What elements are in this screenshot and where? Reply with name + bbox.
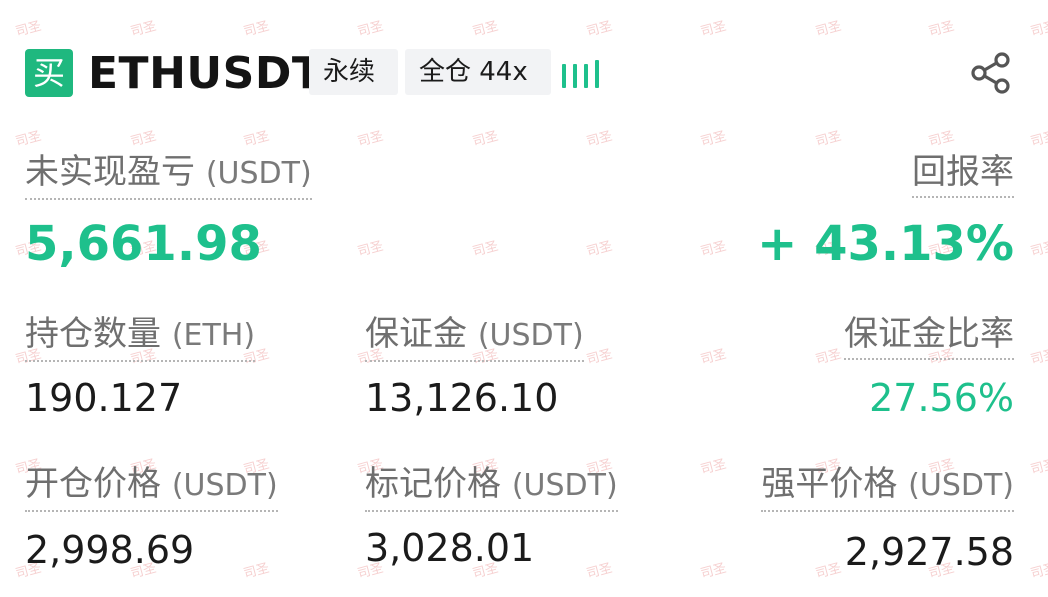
watermark: 司圣 xyxy=(471,18,501,41)
contract-type-tag: 永续 xyxy=(309,49,398,95)
watermark: 司圣 xyxy=(814,560,844,583)
margin-ratio-value: 27.56% xyxy=(869,376,1014,420)
mark-price-label-text: 标记价格 xyxy=(365,464,501,504)
watermark: 司圣 xyxy=(242,128,272,151)
share-icon[interactable] xyxy=(968,50,1014,96)
watermark: 司圣 xyxy=(814,18,844,41)
leverage-risk-bars xyxy=(562,58,599,88)
watermark: 司圣 xyxy=(242,18,272,41)
watermark: 司圣 xyxy=(699,238,729,261)
unrealized-pnl-label-text: 未实现盈亏 xyxy=(25,152,195,192)
watermark: 司圣 xyxy=(1029,238,1048,261)
position-size-unit: (ETH) xyxy=(171,318,256,353)
entry-price-value: 2,998.69 xyxy=(25,528,195,572)
roe-label[interactable]: 回报率 xyxy=(912,150,1014,198)
buy-side-badge: 买 xyxy=(25,49,73,97)
watermark: 司圣 xyxy=(356,128,386,151)
unrealized-pnl-label[interactable]: 未实现盈亏 (USDT) xyxy=(25,150,312,200)
mark-price-unit: (USDT) xyxy=(511,468,618,503)
position-size-label[interactable]: 持仓数量 (ETH) xyxy=(25,312,256,362)
unrealized-pnl-unit: (USDT) xyxy=(205,156,312,191)
liquidation-price-label-text: 强平价格 xyxy=(761,464,898,504)
margin-ratio-label[interactable]: 保证金比率 xyxy=(844,312,1014,360)
watermark: 司圣 xyxy=(585,128,615,151)
roe-label-text: 回报率 xyxy=(912,152,1014,192)
liquidation-price-label[interactable]: 强平价格 (USDT) xyxy=(761,462,1014,512)
mark-price-value: 3,028.01 xyxy=(365,526,535,570)
watermark: 司圣 xyxy=(585,560,615,583)
entry-price-label[interactable]: 开仓价格 (USDT) xyxy=(25,462,278,512)
risk-bar xyxy=(595,60,599,88)
watermark: 司圣 xyxy=(471,128,501,151)
watermark: 司圣 xyxy=(699,18,729,41)
watermark: 司圣 xyxy=(585,346,615,369)
position-size-label-text: 持仓数量 xyxy=(25,314,161,354)
watermark: 司圣 xyxy=(1029,18,1048,41)
watermark: 司圣 xyxy=(471,238,501,261)
watermark: 司圣 xyxy=(129,128,159,151)
risk-bar xyxy=(562,64,566,88)
watermark: 司圣 xyxy=(356,238,386,261)
watermark: 司圣 xyxy=(927,18,957,41)
watermark: 司圣 xyxy=(814,128,844,151)
watermark: 司圣 xyxy=(1029,346,1048,369)
liquidation-price-unit: (USDT) xyxy=(908,468,1014,503)
watermark: 司圣 xyxy=(927,128,957,151)
symbol-title[interactable]: ETHUSDT xyxy=(88,44,322,104)
margin-label-text: 保证金 xyxy=(365,314,467,354)
watermark: 司圣 xyxy=(699,560,729,583)
watermark: 司圣 xyxy=(1029,456,1048,479)
entry-price-unit: (USDT) xyxy=(171,468,278,503)
mark-price-label[interactable]: 标记价格 (USDT) xyxy=(365,462,618,512)
watermark: 司圣 xyxy=(585,238,615,261)
margin-mode-tag[interactable]: 全仓 44x xyxy=(405,49,551,95)
margin-value: 13,126.10 xyxy=(365,376,559,420)
watermark: 司圣 xyxy=(1029,128,1048,151)
margin-ratio-label-text: 保证金比率 xyxy=(844,314,1014,354)
watermark: 司圣 xyxy=(242,560,272,583)
risk-bar xyxy=(584,64,588,88)
margin-label[interactable]: 保证金 (USDT) xyxy=(365,312,584,362)
risk-bar xyxy=(573,64,577,88)
watermark: 司圣 xyxy=(356,18,386,41)
watermark: 司圣 xyxy=(14,18,44,41)
watermark: 司圣 xyxy=(14,128,44,151)
watermark: 司圣 xyxy=(699,128,729,151)
watermark: 司圣 xyxy=(699,456,729,479)
watermark: 司圣 xyxy=(585,18,615,41)
position-card: 司圣 司圣 司圣 司圣 司圣 司圣 司圣 司圣 司圣 司圣 司圣 司圣 司圣 司圣 司圣 司圣 司圣 司圣 司圣 司圣… xyxy=(0,0,1048,597)
watermark: 司圣 xyxy=(699,346,729,369)
watermark: 司圣 xyxy=(1029,560,1048,583)
watermark: 司圣 xyxy=(129,18,159,41)
margin-unit: (USDT) xyxy=(477,318,584,353)
roe-value: + 43.13% xyxy=(757,216,1014,272)
entry-price-label-text: 开仓价格 xyxy=(25,464,161,504)
unrealized-pnl-value: 5,661.98 xyxy=(25,216,262,272)
liquidation-price-value: 2,927.58 xyxy=(844,530,1014,574)
position-size-value: 190.127 xyxy=(25,376,183,420)
watermark: 司圣 xyxy=(814,346,844,369)
